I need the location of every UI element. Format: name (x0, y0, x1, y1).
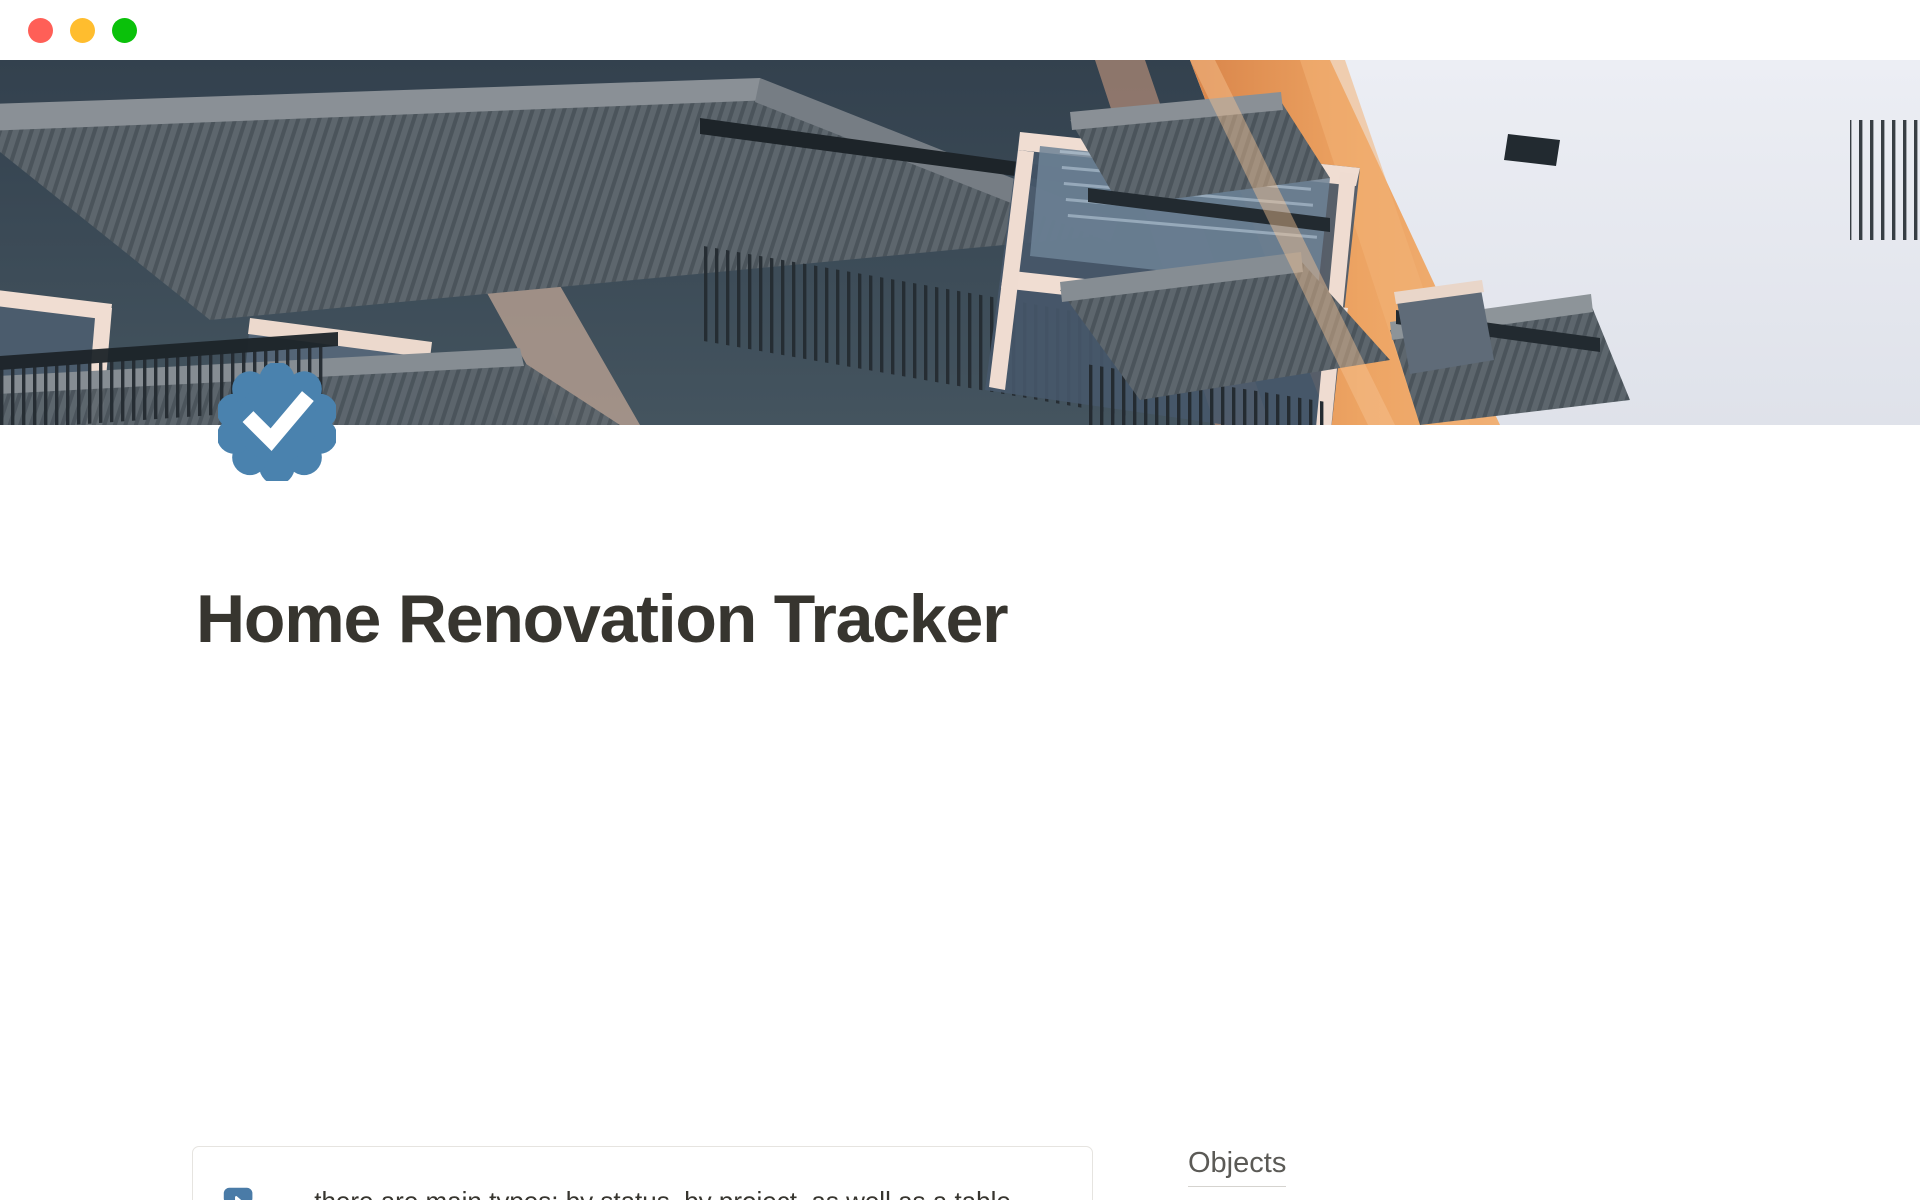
verified-check-badge-glyph (216, 361, 338, 485)
link-by-status[interactable]: by status (565, 1186, 670, 1200)
window-titlebar (0, 0, 1920, 60)
cursor-click-icon (219, 1182, 261, 1200)
page-title: Home Renovation Tracker (196, 581, 1009, 657)
callout-text: → there are main types: by status, by pr… (281, 1177, 1066, 1200)
objects-panel: Objects New Object (1188, 1147, 1488, 1200)
callout-line1-prefix: → there are main types: (281, 1186, 566, 1200)
maximize-window-button[interactable] (112, 17, 137, 43)
callout-comma: , (670, 1186, 684, 1200)
link-by-project[interactable]: by project (684, 1186, 797, 1200)
verified-check-badge-icon[interactable] (216, 361, 338, 485)
window-traffic-lights (28, 17, 137, 43)
info-callout: → there are main types: by status, by pr… (192, 1146, 1093, 1200)
minimize-window-button[interactable] (70, 17, 95, 43)
close-window-button[interactable] (28, 17, 53, 43)
objects-heading: Objects (1188, 1147, 1287, 1187)
cursor-click-glyph (223, 1187, 253, 1200)
